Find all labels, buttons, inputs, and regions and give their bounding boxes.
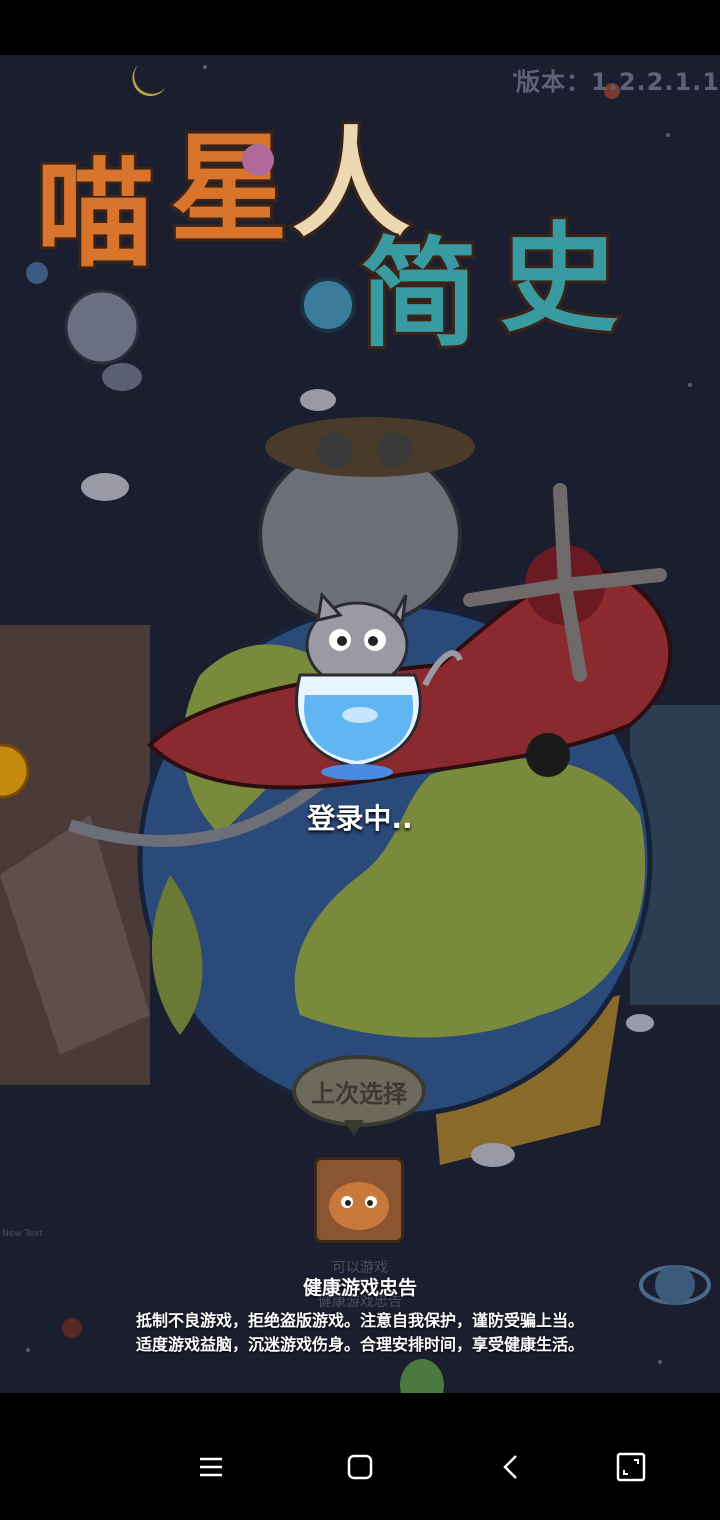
last-choice-button[interactable]: 上次选择 xyxy=(292,1055,426,1127)
version-label: 版本：1.2.2.1.1 xyxy=(516,68,720,96)
navigation-bar xyxy=(0,1393,720,1520)
moon-icon xyxy=(132,65,166,97)
status-bar xyxy=(0,0,720,55)
menu-icon[interactable] xyxy=(191,1447,231,1487)
logo-globe-icon xyxy=(300,277,356,333)
game-screen[interactable]: 版本：1.2.2.1.1 喵 星 人 简 史 登录中.. 上次选择 可以游戏 健… xyxy=(0,55,720,1393)
logo-planet-icon xyxy=(242,144,274,176)
svg-text:喵: 喵 xyxy=(36,145,154,283)
svg-text:简: 简 xyxy=(360,225,478,363)
health-advice-title: 健康游戏忠告 xyxy=(302,1277,417,1299)
health-advice-line: 适度游戏益脑，沉迷游戏伤身。合理安排时间，享受健康生活。 xyxy=(135,1335,584,1354)
loading-status: 登录中.. xyxy=(307,802,413,835)
home-icon[interactable] xyxy=(340,1447,380,1487)
debug-label: New Text xyxy=(2,1229,43,1239)
game-logo: 喵 星 人 简 史 xyxy=(33,112,621,365)
back-icon[interactable] xyxy=(491,1447,531,1487)
svg-text:星: 星 xyxy=(170,120,288,258)
cat-avatar-icon[interactable] xyxy=(314,1157,404,1243)
svg-text:史: 史 xyxy=(500,210,618,348)
speech-bubble-tail xyxy=(344,1120,364,1136)
pilot-cat-icon xyxy=(258,417,475,627)
health-advice-line: 抵制不良游戏，拒绝盗版游戏。注意自我保护，谨防受骗上当。 xyxy=(135,1311,584,1330)
screenshot-icon[interactable] xyxy=(611,1447,651,1487)
